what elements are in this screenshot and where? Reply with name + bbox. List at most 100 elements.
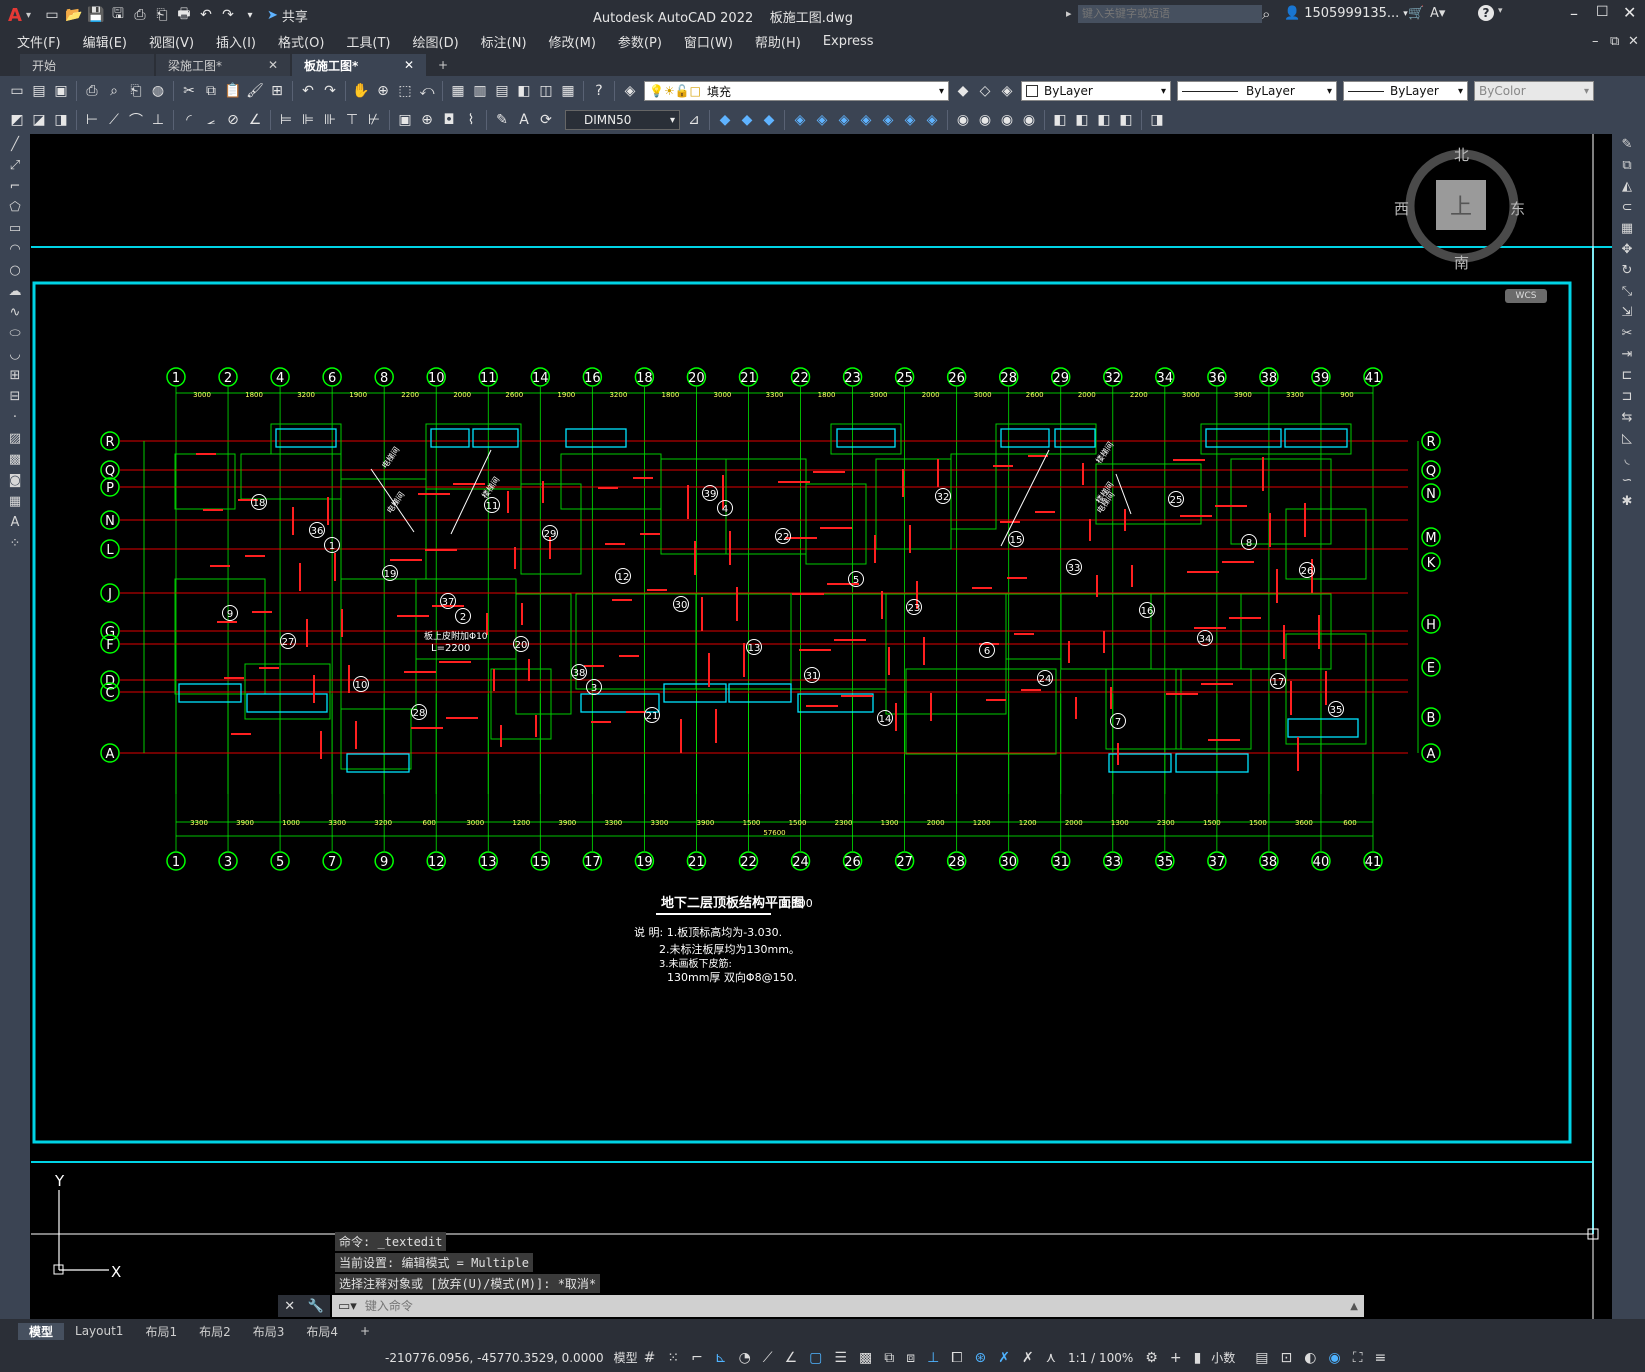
- auto-scale-icon[interactable]: ✗: [1022, 1350, 1034, 1366]
- help-dropdown-icon[interactable]: ▾: [1498, 6, 1503, 16]
- modify-icon-1[interactable]: ◆: [716, 111, 734, 129]
- annotation-visibility-icon[interactable]: ✗: [998, 1350, 1010, 1366]
- quick-properties-icon[interactable]: ▤: [1255, 1350, 1268, 1366]
- spline-icon[interactable]: ∿: [0, 302, 30, 323]
- ordinate-icon[interactable]: ⊥: [149, 111, 167, 129]
- modify-icon-13[interactable]: ◉: [998, 111, 1016, 129]
- tab-slab-close-icon[interactable]: ✕: [404, 58, 414, 72]
- modify-icon-16[interactable]: ◧: [1073, 111, 1091, 129]
- diameter-icon[interactable]: ⊘: [224, 111, 242, 129]
- sheet-set-icon[interactable]: ◧: [515, 82, 533, 100]
- color-dropdown[interactable]: ByLayer ▾: [1021, 81, 1171, 101]
- angular-icon[interactable]: ∠: [246, 111, 264, 129]
- save-icon[interactable]: 💾: [87, 6, 105, 24]
- close-icon[interactable]: ✕: [1623, 3, 1636, 22]
- baseline-icon[interactable]: ⊫: [299, 111, 317, 129]
- dimension-space-icon[interactable]: ⊤: [343, 111, 361, 129]
- plotstyle-dropdown[interactable]: ByColor ▾: [1474, 81, 1594, 101]
- layer-properties-icon[interactable]: ◈: [621, 82, 639, 100]
- hardware-acceleration-icon[interactable]: ◉: [1328, 1350, 1340, 1366]
- tool-icon-2[interactable]: ◪: [30, 111, 48, 129]
- erase-icon[interactable]: ✎: [1612, 134, 1642, 155]
- transparency-icon[interactable]: ▩: [859, 1350, 872, 1366]
- menu-dimension[interactable]: 标注(N): [470, 32, 538, 51]
- layer-dropdown[interactable]: 💡☀🔓□ 填充 ▾: [644, 81, 949, 101]
- new-file-icon[interactable]: ▭: [43, 6, 61, 24]
- arc-icon[interactable]: ◠: [0, 239, 30, 260]
- help-tool-icon[interactable]: ?: [590, 82, 608, 100]
- annotation-scale-icon[interactable]: ⋏: [1046, 1350, 1056, 1366]
- continue-icon[interactable]: ⊪: [321, 111, 339, 129]
- gradient-icon[interactable]: ▩: [0, 449, 30, 470]
- offset-icon[interactable]: ⊂: [1612, 197, 1642, 218]
- tool-palettes-icon[interactable]: ▤: [493, 82, 511, 100]
- selection-cycling-icon[interactable]: ⧉: [884, 1350, 894, 1366]
- publish-icon[interactable]: ⎗: [127, 82, 145, 100]
- modify-icon-2[interactable]: ◆: [738, 111, 756, 129]
- ortho-icon[interactable]: ⊾: [715, 1350, 727, 1366]
- table-icon[interactable]: ▦: [0, 491, 30, 512]
- layout-tab-model[interactable]: 模型: [18, 1322, 65, 1340]
- insert-block-icon[interactable]: ⊞: [0, 365, 30, 386]
- modify-icon-14[interactable]: ◉: [1020, 111, 1038, 129]
- customize-command-icon[interactable]: 🔧: [308, 1299, 324, 1314]
- modify-icon-19[interactable]: ◨: [1148, 111, 1166, 129]
- compass-west[interactable]: 西: [1394, 198, 1409, 219]
- explode-icon[interactable]: ✱: [1612, 491, 1642, 512]
- modify-icon-6[interactable]: ◈: [835, 111, 853, 129]
- menu-edit[interactable]: 编辑(E): [72, 32, 138, 51]
- open-icon[interactable]: ▤: [30, 82, 48, 100]
- move-icon[interactable]: ✥: [1612, 239, 1642, 260]
- drawing-canvas[interactable]: 1 2 4 6 8 10 11 14 16 18 20 21 22 23 25 26 28 29 32 34 36 38 3…: [31, 134, 1612, 1319]
- 3d-osnap-icon[interactable]: ⧈: [906, 1350, 915, 1366]
- rectangle-icon[interactable]: ▭: [0, 218, 30, 239]
- point-icon[interactable]: ·: [0, 407, 30, 428]
- doc-restore-icon[interactable]: ⧉: [1610, 34, 1619, 49]
- add-layout-icon[interactable]: +: [349, 1324, 381, 1338]
- modify-icon-9[interactable]: ◈: [901, 111, 919, 129]
- modify-icon-4[interactable]: ◈: [791, 111, 809, 129]
- infer-constraints-icon[interactable]: ⌐: [691, 1350, 703, 1366]
- modify-icon-10[interactable]: ◈: [923, 111, 941, 129]
- tool-icon-1[interactable]: ◩: [8, 111, 26, 129]
- command-handle[interactable]: ✕ 🔧: [278, 1295, 330, 1317]
- modify-icon-17[interactable]: ◧: [1095, 111, 1113, 129]
- menu-help[interactable]: 帮助(H): [744, 32, 812, 51]
- undo-tool-icon[interactable]: ↶: [299, 82, 317, 100]
- pan-icon[interactable]: ✋: [352, 82, 370, 100]
- search-expand-icon[interactable]: ▸: [1066, 7, 1072, 20]
- copy-object-icon[interactable]: ⧉: [1612, 155, 1642, 176]
- properties-icon[interactable]: ▦: [449, 82, 467, 100]
- cart-icon[interactable]: 🛒: [1408, 6, 1424, 21]
- coordinates-display[interactable]: -210776.0956, -45770.3529, 0.0000: [385, 1351, 604, 1365]
- minimize-icon[interactable]: –: [1570, 4, 1578, 23]
- polyline-icon[interactable]: ⌐: [0, 176, 30, 197]
- gizmo-icon[interactable]: ⊛: [975, 1350, 987, 1366]
- autodesk-app-icon[interactable]: A▾: [1430, 6, 1445, 21]
- search-icon[interactable]: ⌕: [1262, 5, 1270, 23]
- modify-icon-7[interactable]: ◈: [857, 111, 875, 129]
- model-space-button[interactable]: 模型: [614, 1349, 638, 1366]
- fillet-icon[interactable]: ◟: [1612, 449, 1642, 470]
- tab-start[interactable]: 开始: [20, 54, 154, 76]
- modify-icon-18[interactable]: ◧: [1117, 111, 1135, 129]
- inspection-icon[interactable]: ◘: [440, 111, 458, 129]
- viewcube-top-face[interactable]: 上: [1436, 180, 1486, 230]
- grid-icon[interactable]: #: [644, 1350, 656, 1366]
- construction-line-icon[interactable]: ⤢: [0, 155, 30, 176]
- dimension-text-edit-icon[interactable]: A: [515, 111, 533, 129]
- annotation-scale-value[interactable]: 1:1 / 100%: [1068, 1351, 1133, 1365]
- menu-draw[interactable]: 绘图(D): [402, 32, 470, 51]
- quickcalc-icon[interactable]: ▦: [559, 82, 577, 100]
- copy-icon[interactable]: ⧉: [202, 82, 220, 100]
- aligned-dimension-icon[interactable]: ⟋: [105, 111, 123, 129]
- menu-format[interactable]: 格式(O): [267, 32, 335, 51]
- menu-window[interactable]: 窗口(W): [673, 32, 744, 51]
- modify-icon-12[interactable]: ◉: [976, 111, 994, 129]
- isolate-objects-icon[interactable]: ◐: [1304, 1350, 1316, 1366]
- multiline-text-icon[interactable]: A: [0, 512, 30, 533]
- dimension-style-icon[interactable]: ⊿: [685, 111, 703, 129]
- help-icon[interactable]: ?: [1478, 5, 1494, 21]
- qnew-icon[interactable]: ▭: [8, 82, 26, 100]
- ellipse-icon[interactable]: ⬭: [0, 323, 30, 344]
